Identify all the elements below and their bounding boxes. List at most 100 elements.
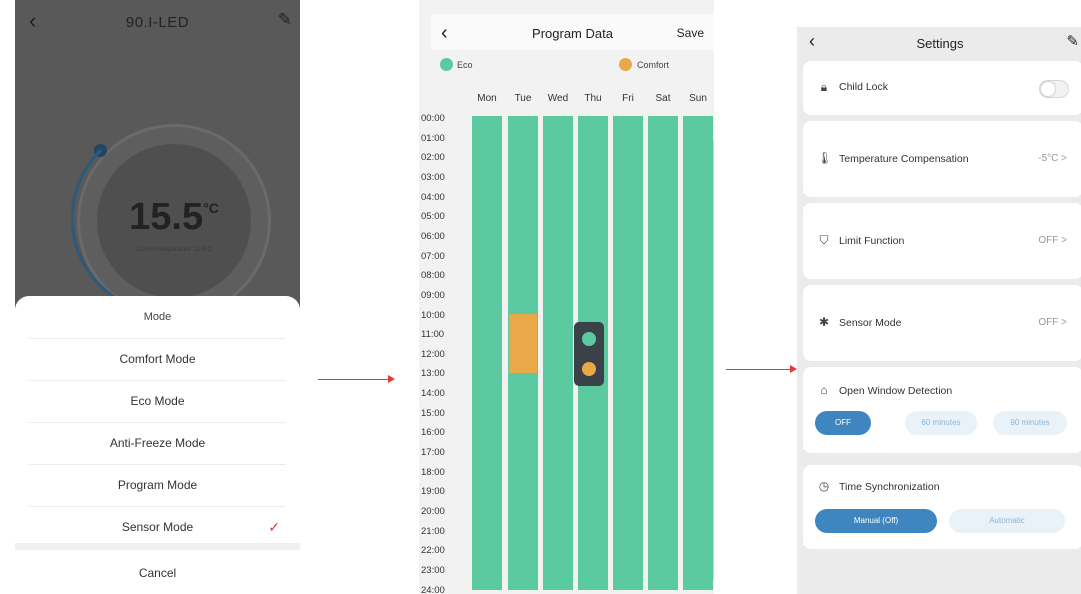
- arrow-head-icon: [388, 375, 395, 383]
- time-label: 16:00: [421, 427, 445, 439]
- temperature-compensation-row[interactable]: 🌡︎ Temperature Compensation -5°C >: [803, 121, 1081, 197]
- time-label: 01:00: [421, 132, 445, 144]
- comfort-option-dot[interactable]: [582, 362, 596, 376]
- mode-option-anti-freeze[interactable]: Anti-Freeze Mode: [29, 422, 286, 465]
- time-label: 14:00: [421, 388, 445, 400]
- time-label: 02:00: [421, 152, 445, 164]
- time-label: 17:00: [421, 447, 445, 459]
- time-label: 15:00: [421, 407, 445, 419]
- time-synchronization-label: Time Synchronization: [839, 481, 940, 493]
- day-label-tue: Tue: [514, 93, 532, 104]
- open-window-detection-label: Open Window Detection: [839, 385, 953, 397]
- schedule-column-wed[interactable]: [543, 116, 573, 590]
- temperature-unit: °C: [203, 200, 219, 216]
- time-label: 06:00: [421, 230, 445, 242]
- program-data-screen: ‹ Program Data Save Eco Comfort Mon Tue We…: [419, 0, 714, 594]
- clock-icon: ◷: [818, 479, 830, 493]
- day-label-fri: Fri: [622, 93, 634, 104]
- settings-screen: ‹ Settings ✎ 🔒︎ Child Lock 🌡︎ Temperatur…: [797, 27, 1081, 594]
- checkmark-icon: ✓: [268, 519, 280, 535]
- lock-icon: 🔒︎: [820, 80, 828, 94]
- comfort-legend-dot: [619, 58, 632, 71]
- day-label-sat: Sat: [655, 93, 671, 104]
- time-label: 24:00: [421, 584, 445, 594]
- time-label: 05:00: [421, 211, 445, 223]
- temperature-compensation-value: -5°C >: [1038, 153, 1067, 164]
- day-label-mon: Mon: [477, 93, 497, 104]
- device-title: 90.I-LED: [125, 14, 190, 31]
- time-label: 08:00: [421, 270, 445, 282]
- limit-function-label: Limit Function: [839, 235, 905, 247]
- sensor-mode-row[interactable]: ✱ Sensor Mode OFF >: [803, 285, 1081, 361]
- schedule-column-sun[interactable]: [683, 116, 713, 590]
- flow-arrow-2: [726, 369, 790, 370]
- chevron-right-icon: >: [1061, 235, 1067, 246]
- cancel-button[interactable]: Cancel: [15, 554, 300, 592]
- save-button[interactable]: Save: [677, 26, 704, 40]
- thermostat-screen: ‹ 90.I-LED ✎ 15.5°C Current temperature:…: [15, 0, 300, 594]
- sensor-icon: ✱: [818, 315, 830, 329]
- day-label-thu: Thu: [584, 93, 602, 104]
- child-lock-toggle[interactable]: [1039, 80, 1069, 98]
- limit-function-row[interactable]: ⛉ Limit Function OFF >: [803, 203, 1081, 279]
- time-label: 00:00: [421, 113, 445, 124]
- schedule-column-sat[interactable]: [648, 116, 678, 590]
- time-label: 18:00: [421, 466, 445, 478]
- child-lock-label: Child Lock: [839, 81, 889, 93]
- limit-function-value: OFF >: [1038, 235, 1067, 246]
- child-lock-row: 🔒︎ Child Lock: [803, 61, 1081, 115]
- edit-icon[interactable]: ✎: [1066, 32, 1079, 50]
- comfort-block[interactable]: [509, 313, 537, 373]
- window-icon: ⌂: [820, 383, 828, 397]
- time-label: 20:00: [421, 506, 445, 518]
- time-synchronization-card: ◷ Time Synchronization Manual (Off) Auto…: [803, 465, 1081, 549]
- sensor-mode-value-text: OFF: [1038, 317, 1059, 328]
- eco-legend-label: Eco: [457, 60, 473, 70]
- shield-check-icon: ⛉: [819, 233, 829, 247]
- time-label: 12:00: [421, 348, 445, 360]
- edit-icon[interactable]: ✎: [278, 10, 292, 30]
- mode-sheet-heading: Mode: [29, 296, 286, 339]
- thermometer-icon: 🌡︎: [817, 151, 833, 165]
- mode-picker-popup[interactable]: [574, 322, 604, 386]
- mode-option-eco[interactable]: Eco Mode: [29, 380, 286, 423]
- chevron-right-icon: >: [1061, 153, 1067, 164]
- sensor-mode-label: Sensor Mode: [839, 317, 902, 329]
- mode-option-sensor[interactable]: Sensor Mode ✓: [29, 506, 286, 548]
- sync-option-manual[interactable]: Manual (Off): [815, 509, 937, 533]
- mode-option-program[interactable]: Program Mode: [29, 464, 286, 507]
- sync-option-automatic[interactable]: Automatic: [949, 509, 1065, 533]
- time-label: 11:00: [421, 329, 445, 341]
- mode-option-sensor-label: Sensor Mode: [121, 520, 194, 534]
- window-option-90[interactable]: 90 minutes: [993, 411, 1067, 435]
- sensor-mode-value: OFF >: [1038, 317, 1067, 328]
- time-label: 03:00: [421, 171, 445, 183]
- schedule-column-mon[interactable]: [472, 116, 502, 590]
- eco-legend-dot: [440, 58, 453, 71]
- eco-option-dot[interactable]: [582, 332, 596, 346]
- scrollbar[interactable]: [713, 140, 714, 580]
- settings-title: Settings: [916, 36, 964, 51]
- time-label: 23:00: [421, 564, 445, 576]
- time-label: 09:00: [421, 289, 445, 301]
- program-title: Program Data: [532, 26, 613, 41]
- window-option-off[interactable]: OFF: [815, 411, 871, 435]
- temperature-compensation-label: Temperature Compensation: [839, 153, 969, 165]
- set-temperature: 15.5°C: [97, 196, 251, 239]
- temperature-compensation-value-text: -5°C: [1038, 153, 1059, 164]
- set-temperature-value: 15.5: [129, 196, 204, 238]
- window-option-60[interactable]: 60 minutes: [905, 411, 977, 435]
- toggle-knob: [1041, 82, 1055, 96]
- day-label-sun: Sun: [689, 93, 707, 104]
- current-temperature: Current temperature: 11.8°C: [136, 247, 212, 253]
- open-window-detection-card: ⌂ Open Window Detection OFF 60 minutes 9…: [803, 367, 1081, 453]
- day-label-wed: Wed: [547, 93, 569, 104]
- mode-option-comfort[interactable]: Comfort Mode: [29, 338, 286, 381]
- schedule-column-fri[interactable]: [613, 116, 643, 590]
- chevron-right-icon: >: [1061, 317, 1067, 328]
- time-label: 07:00: [421, 250, 445, 262]
- time-label: 19:00: [421, 486, 445, 498]
- time-label: 21:00: [421, 525, 445, 537]
- mode-action-sheet: Mode Comfort Mode Eco Mode Anti-Freeze M…: [15, 296, 300, 594]
- time-label: 13:00: [421, 368, 445, 380]
